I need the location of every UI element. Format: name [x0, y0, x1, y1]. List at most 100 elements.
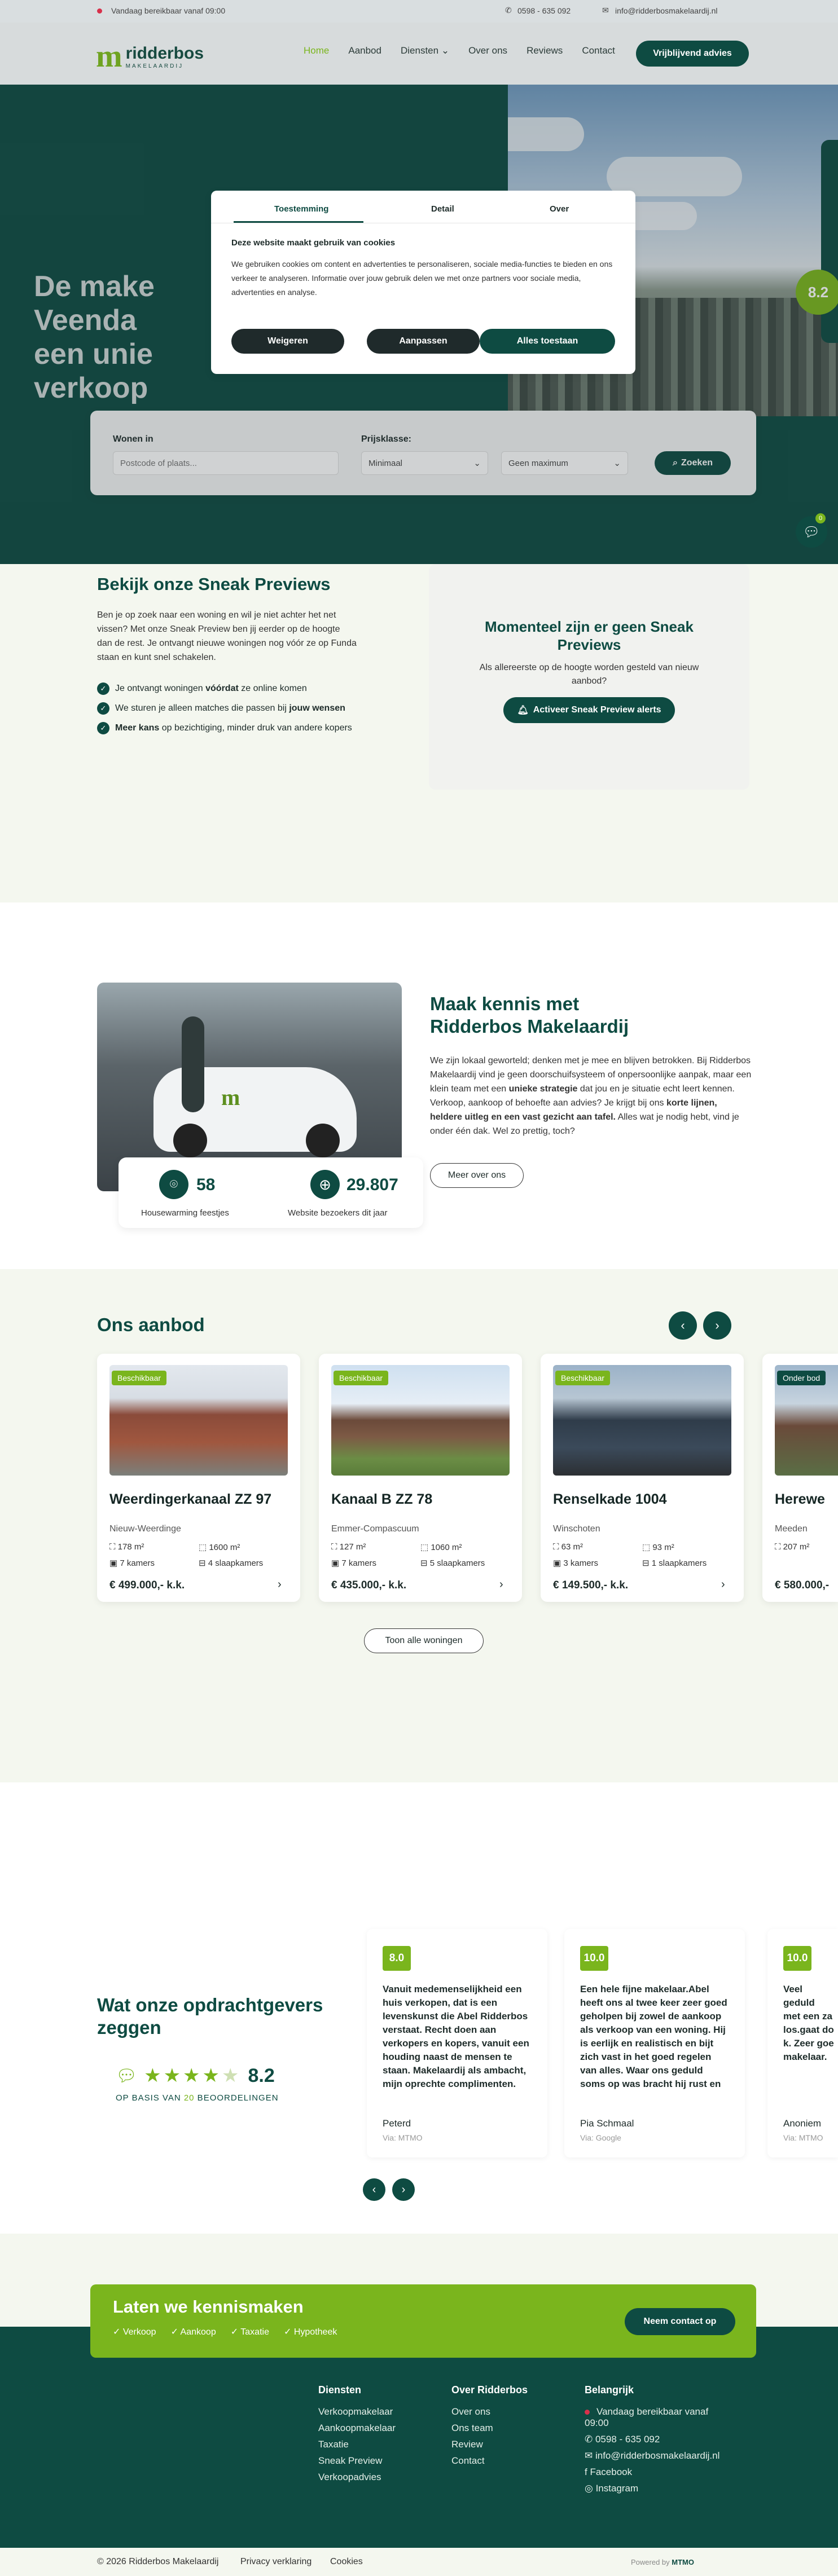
cookie-dialog: Toestemming Detail Over Deze website maa… [211, 191, 635, 374]
property-place: Nieuw-Weerdinge [109, 1524, 181, 1534]
area-value: 207 m² [783, 1542, 810, 1552]
advice-button[interactable]: Vrijblijvend advies [636, 41, 749, 67]
powered-by-text: Powered by [631, 2558, 670, 2566]
bedrooms-spec: ⊟ 5 slaapkamers [420, 1558, 485, 1568]
footer-link[interactable]: Aankoopmakelaar [318, 2423, 396, 2434]
more-about-button[interactable]: Meer over ons [430, 1163, 524, 1188]
property-title: Weerdingerkanaal ZZ 97 [109, 1491, 272, 1507]
rooms-icon: ▣ [553, 1558, 564, 1568]
footer-heading: Belangrijk [585, 2384, 634, 2396]
check-icon: ✓ [230, 2327, 241, 2337]
cookies-link[interactable]: Cookies [330, 2557, 363, 2567]
cta-title: Laten we kennismaken [113, 2297, 304, 2317]
bell-icon: 🔔︎ [517, 706, 529, 715]
contact-button[interactable]: Neem contact op [625, 2308, 735, 2335]
chevron-down-icon: ⌄ [441, 45, 450, 56]
footer-instagram[interactable]: ◎ Instagram [585, 2483, 719, 2494]
tab-detail[interactable]: Detail [431, 204, 454, 214]
rooms-spec: ▣ 3 kamers [553, 1558, 598, 1568]
plot-icon: ⬚ [642, 1543, 653, 1552]
globe-icon: ⊕ [310, 1170, 340, 1199]
rooms-icon: ▣ [331, 1558, 342, 1568]
about-section: m ⌾ 58 Housewarming feestjes ⊕ 29.807 We… [0, 902, 838, 1269]
review-source: Via: MTMO [783, 2133, 823, 2142]
cta-service: ✓ Aankoop [171, 2326, 216, 2337]
nav-item-reviews[interactable]: Reviews [527, 45, 563, 56]
about-text: We zijn lokaal geworteld; denken met je … [430, 1054, 752, 1138]
area-spec: ⛶ 127 m² [331, 1542, 366, 1552]
stat-housewarming-label: Housewarming feestjes [141, 1208, 229, 1218]
review-card: 8.0 Vanuit medemenselijkheid een huis ve… [367, 1929, 547, 2157]
privacy-link[interactable]: Privacy verklaring [240, 2557, 311, 2567]
sneak-benefit: ✓ Meer kans op bezichtiging, minder druk… [97, 722, 352, 734]
plot-spec: ⬚ 1600 m² [199, 1542, 240, 1552]
allow-all-button[interactable]: Alles toestaan [480, 329, 615, 354]
reviews-next-button[interactable]: › [392, 2178, 415, 2201]
powered-by[interactable]: Powered by MTMO [631, 2558, 694, 2566]
phone-icon: ✆ [505, 6, 512, 15]
footer-facebook-label: Facebook [590, 2467, 633, 2477]
footer-col-diensten: Diensten Verkoopmakelaar Aankoopmakelaar… [318, 2384, 396, 2483]
footer-email[interactable]: ✉ info@ridderbosmakelaardij.nl [585, 2450, 719, 2461]
footer-link[interactable]: Contact [451, 2455, 528, 2467]
reviews-prev-button[interactable]: ‹ [363, 2178, 385, 2201]
property-card[interactable]: Beschikbaar Weerdingerkanaal ZZ 97 Nieuw… [97, 1354, 300, 1602]
nav-item-contact[interactable]: Contact [582, 45, 615, 56]
property-price: € 435.000,- k.k. [331, 1579, 407, 1591]
footer-phone[interactable]: ✆ 0598 - 635 092 [585, 2434, 719, 2445]
carousel-prev-button[interactable]: ‹ [669, 1311, 697, 1340]
property-price: € 580.000,- [775, 1579, 830, 1591]
bed-icon: ⊟ [420, 1558, 430, 1568]
footer-link[interactable]: Sneak Preview [318, 2455, 396, 2467]
property-card[interactable]: Beschikbaar Kanaal B ZZ 78 Emmer-Compasc… [319, 1354, 522, 1602]
deny-button[interactable]: Weigeren [231, 329, 344, 354]
property-card[interactable]: Onder bod Herewe Meeden ⛶ 207 m² € 580.0… [762, 1354, 838, 1602]
footer-link[interactable]: Review [451, 2439, 528, 2450]
footer-facebook[interactable]: f Facebook [585, 2467, 719, 2478]
reviews-title-line: Wat onze opdrachtgevers [97, 1994, 323, 2015]
area-icon: ⛶ [775, 1542, 783, 1552]
cookie-body: We gebruiken cookies om content en adver… [231, 259, 613, 297]
opening-status: Vandaag bereikbaar vanaf 09:00 [111, 6, 226, 15]
activate-alerts-button[interactable]: 🔔︎ Activeer Sneak Preview alerts [503, 697, 675, 723]
main-nav: m ridderbos MAKELAARDIJ Home Aanbod Dien… [0, 23, 838, 85]
chevron-right-icon: › [278, 1578, 282, 1591]
benefit-strong: jouw wensen [289, 703, 345, 713]
cta-banner: Laten we kennismaken ✓ Verkoop ✓ Aankoop… [90, 2284, 756, 2358]
stat-visitors-value: 29.807 [346, 1175, 398, 1194]
rating-basis: OP BASIS VAN 20 BEOORDELINGEN [116, 2093, 279, 2103]
nav-item-home[interactable]: Home [304, 45, 329, 56]
topbar-email[interactable]: info@ridderbosmakelaardij.nl [615, 6, 718, 15]
all-properties-button[interactable]: Toon alle woningen [364, 1628, 484, 1653]
plot-icon: ⬚ [199, 1543, 209, 1552]
status-badge: Onder bod [777, 1371, 826, 1385]
nav-item-diensten[interactable]: Diensten ⌄ [401, 45, 449, 56]
property-card[interactable]: Beschikbaar Renselkade 1004 Winschoten ⛶… [541, 1354, 744, 1602]
footer-link[interactable]: Ons team [451, 2423, 528, 2434]
review-text: Veel geduld met een za los.gaat do k. Ze… [783, 1984, 834, 2062]
area-value: 178 m² [117, 1542, 144, 1552]
check-icon: ✓ [170, 2327, 181, 2337]
tab-about[interactable]: Over [550, 204, 569, 214]
customize-button[interactable]: Aanpassen [367, 329, 480, 354]
cta-service: ✓ Hypotheek [284, 2326, 337, 2337]
footer-heading: Over Ridderbos [451, 2384, 528, 2396]
footer-link[interactable]: Taxatie [318, 2439, 396, 2450]
rating-summary: 💬︎ ★★★★★ 8.2 [116, 2064, 275, 2087]
nav-item-over-ons[interactable]: Over ons [468, 45, 507, 56]
check-icon: ✓ [283, 2327, 294, 2337]
tab-consent[interactable]: Toestemming [274, 204, 328, 214]
nav-item-aanbod[interactable]: Aanbod [348, 45, 381, 56]
footer-link[interactable]: Verkoopmakelaar [318, 2406, 396, 2418]
page: De make Veenda een unie verkoop 8.2 Wone… [0, 0, 838, 2576]
footer-link[interactable]: Verkoopadvies [318, 2472, 396, 2483]
bottom-bar: © 2026 Ridderbos Makelaardij Privacy ver… [0, 2548, 838, 2576]
carousel-next-button[interactable]: › [703, 1311, 731, 1340]
nav-item-diensten-label: Diensten [400, 45, 439, 56]
reviews-title-line: zeggen [97, 2017, 161, 2038]
check-icon: ✓ [97, 682, 109, 695]
logo[interactable]: m ridderbos MAKELAARDIJ [96, 39, 204, 73]
nav-menu: Home Aanbod Diensten ⌄ Over ons Reviews … [304, 45, 615, 56]
topbar-phone[interactable]: 0598 - 635 092 [517, 6, 571, 15]
footer-link[interactable]: Over ons [451, 2406, 528, 2418]
